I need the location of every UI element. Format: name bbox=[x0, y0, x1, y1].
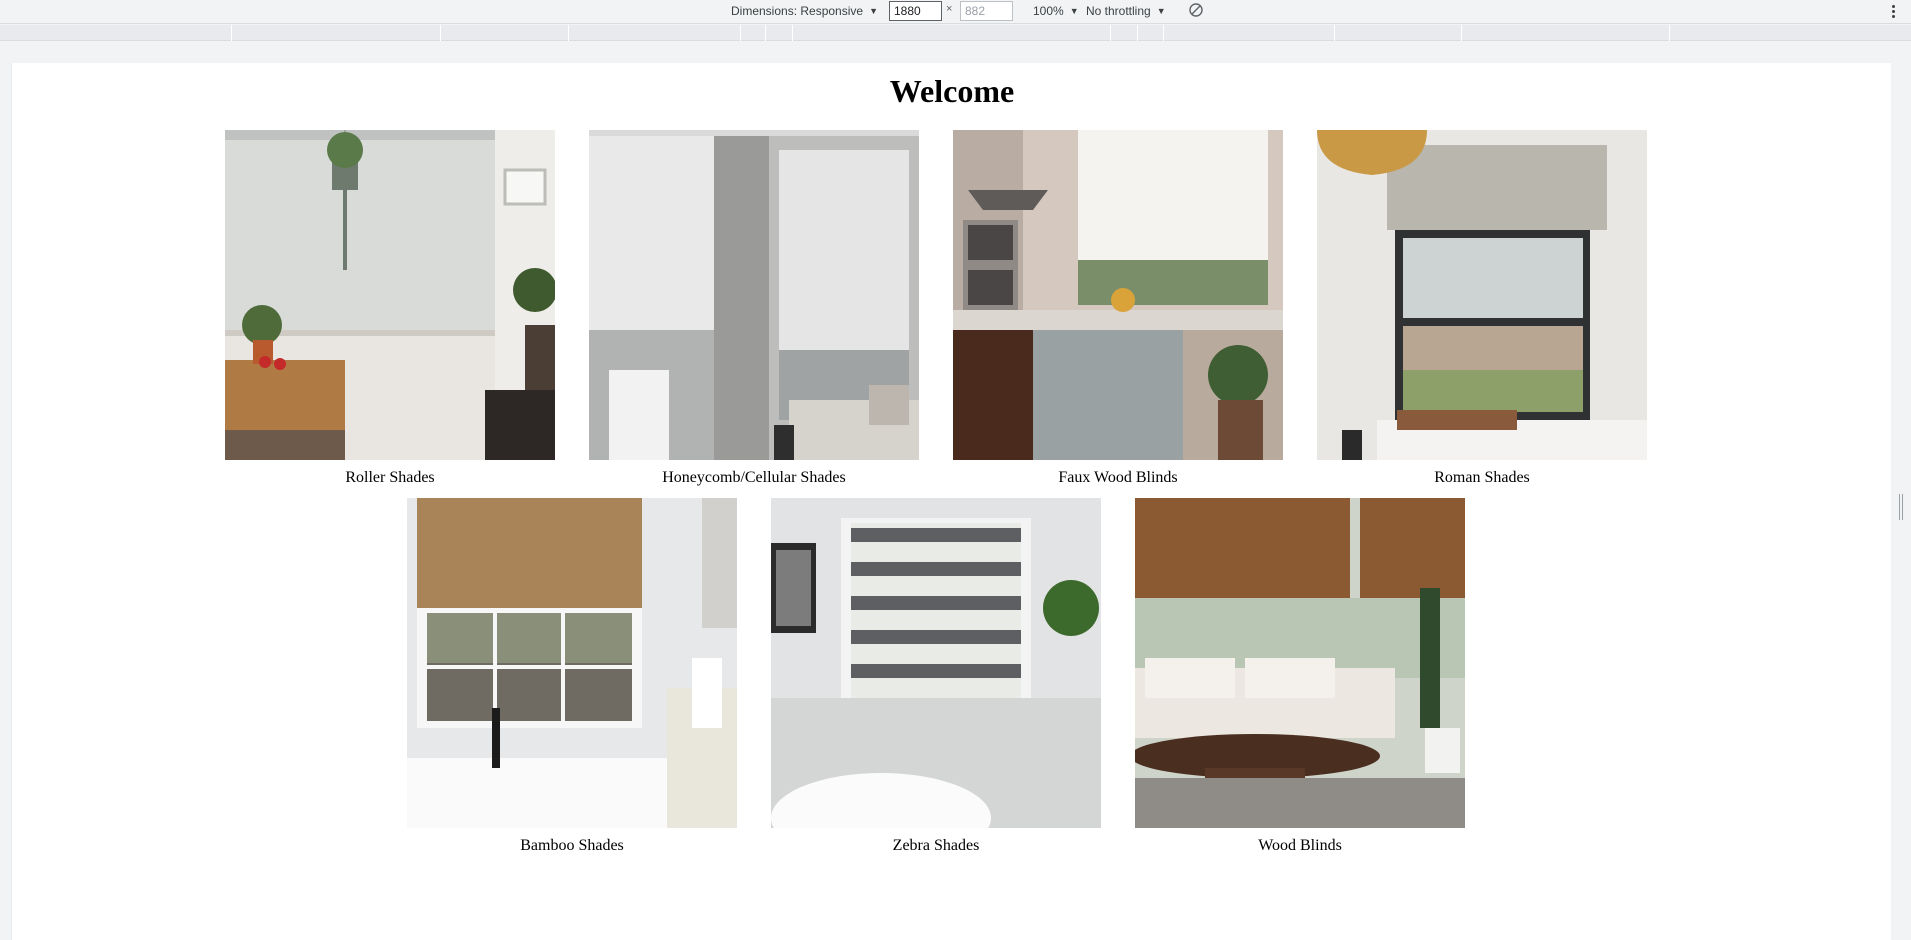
product-card-honeycomb-shades[interactable]: Honeycomb/Cellular Shades bbox=[589, 130, 919, 487]
throttle-label: No throttling bbox=[1086, 4, 1151, 18]
dimensions-dropdown[interactable]: Dimensions: Responsive ▼ bbox=[731, 0, 878, 22]
product-caption[interactable]: Zebra Shades bbox=[771, 837, 1101, 855]
zoom-dropdown[interactable]: 100% ▼ bbox=[1033, 0, 1079, 22]
product-caption[interactable]: Honeycomb/Cellular Shades bbox=[589, 469, 919, 487]
ruler-tick bbox=[1110, 25, 1111, 41]
rotate-icon[interactable] bbox=[1188, 2, 1204, 18]
page-title: Welcome bbox=[889, 73, 1015, 109]
product-card-faux-wood-blinds[interactable]: Faux Wood Blinds bbox=[953, 130, 1283, 487]
ruler-tick bbox=[1334, 25, 1335, 41]
height-input[interactable]: 882 bbox=[960, 1, 1013, 21]
page-viewport: Welcome Roller Shades Honeycomb/Cellular… bbox=[11, 63, 1891, 940]
zebra-shades-image[interactable] bbox=[771, 498, 1101, 828]
throttling-dropdown[interactable]: No throttling ▼ bbox=[1086, 0, 1166, 22]
dimensions-label: Dimensions: Responsive bbox=[731, 4, 864, 18]
ruler-tick bbox=[568, 25, 569, 41]
product-caption[interactable]: Wood Blinds bbox=[1135, 837, 1465, 855]
wood-blinds-image[interactable] bbox=[1135, 498, 1465, 828]
viewport-resize-handle[interactable] bbox=[1898, 494, 1904, 520]
ruler-tick bbox=[1461, 25, 1462, 41]
product-caption[interactable]: Bamboo Shades bbox=[407, 837, 737, 855]
product-card-zebra-shades[interactable]: Zebra Shades bbox=[771, 498, 1101, 855]
roman-shades-image[interactable] bbox=[1317, 130, 1647, 460]
ruler-tick bbox=[440, 25, 441, 41]
media-query-ruler[interactable] bbox=[0, 25, 1911, 41]
product-card-roller-shades[interactable]: Roller Shades bbox=[225, 130, 555, 487]
product-card-roman-shades[interactable]: Roman Shades bbox=[1317, 130, 1647, 487]
ruler-tick bbox=[1137, 25, 1138, 41]
ruler-tick bbox=[740, 25, 741, 41]
times-sign: × bbox=[946, 3, 953, 15]
product-caption[interactable]: Faux Wood Blinds bbox=[953, 469, 1283, 487]
faux-wood-blinds-image[interactable] bbox=[953, 130, 1283, 460]
device-toolbar: Dimensions: Responsive ▼ 1880 × 882 100%… bbox=[0, 0, 1911, 24]
product-card-bamboo-shades[interactable]: Bamboo Shades bbox=[407, 498, 737, 855]
product-caption[interactable]: Roman Shades bbox=[1317, 469, 1647, 487]
caret-down-icon: ▼ bbox=[1069, 6, 1079, 16]
zoom-label: 100% bbox=[1033, 4, 1064, 18]
honeycomb-shades-image[interactable] bbox=[589, 130, 919, 460]
caret-down-icon: ▼ bbox=[1156, 6, 1166, 16]
caret-down-icon: ▼ bbox=[869, 6, 878, 16]
ruler-tick bbox=[1669, 25, 1670, 41]
ruler-tick bbox=[231, 25, 232, 41]
product-card-wood-blinds[interactable]: Wood Blinds bbox=[1135, 498, 1465, 855]
product-caption[interactable]: Roller Shades bbox=[225, 469, 555, 487]
more-options-icon[interactable] bbox=[1886, 0, 1900, 22]
ruler-tick bbox=[765, 25, 766, 41]
roller-shades-image[interactable] bbox=[225, 130, 555, 460]
ruler-tick bbox=[792, 25, 793, 41]
bamboo-shades-image[interactable] bbox=[407, 498, 737, 828]
ruler-tick bbox=[1163, 25, 1164, 41]
width-input[interactable]: 1880 bbox=[889, 1, 942, 21]
